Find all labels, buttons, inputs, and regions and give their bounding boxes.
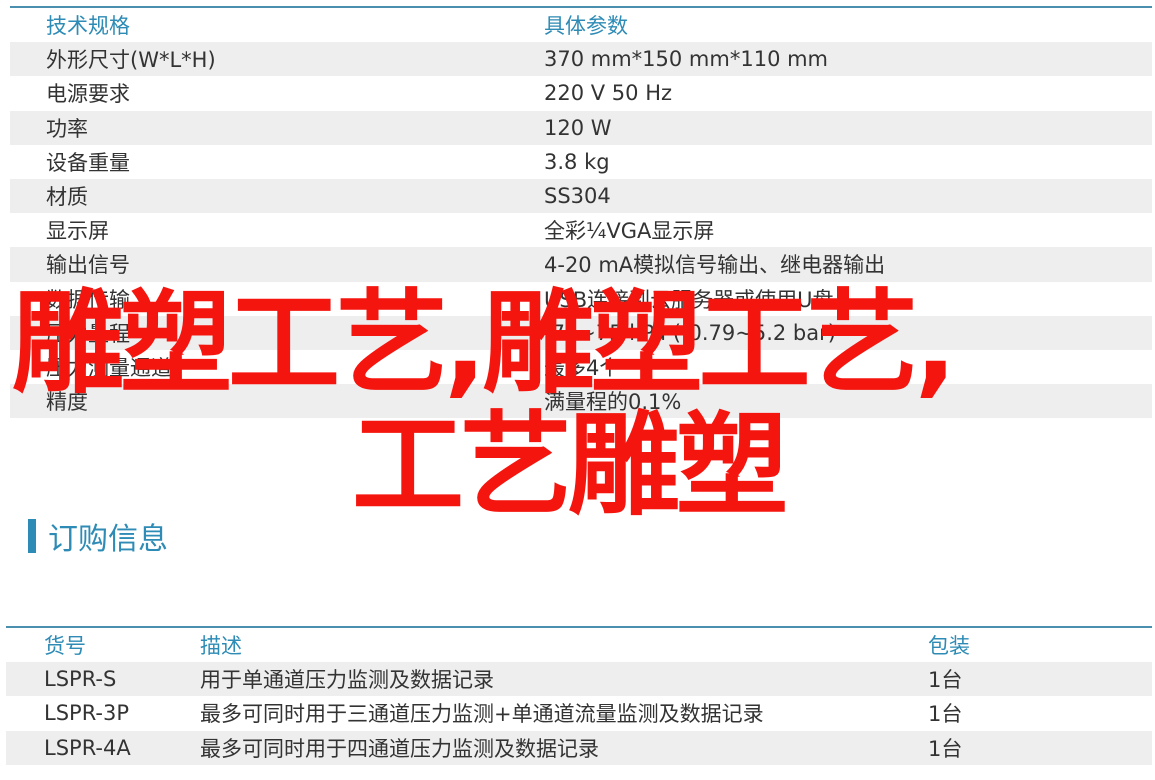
table-row: 压力量程 -75~75 kPa (-0.79~5.2 bar) [10, 315, 1152, 350]
spec-table: 技术规格 具体参数 外形尺寸(W*L*H) 370 mm*150 mm*110 … [10, 6, 1152, 419]
spec-param: 外形尺寸(W*L*H) [46, 48, 216, 73]
spec-value: -75~75 kPa (-0.79~5.2 bar) [544, 320, 836, 345]
table-row: 精度 满量程的0.1% [10, 384, 1152, 419]
spec-value: SS304 [544, 184, 611, 209]
watermark-line-2: 工艺雕塑 [352, 401, 788, 531]
spec-header-value: 具体参数 [544, 14, 628, 39]
order-pack: 1台 [928, 702, 963, 727]
spec-header-row: 技术规格 具体参数 [10, 8, 1152, 42]
order-pack: 1台 [928, 736, 963, 761]
order-sku: LSPR-4A [44, 735, 131, 760]
spec-value: 220 V 50 Hz [544, 81, 673, 106]
table-row: 材质 SS304 [10, 178, 1152, 214]
order-desc: 最多可同时用于四通道压力监测及数据记录 [200, 736, 599, 761]
spec-value: 满量程的0.1% [544, 390, 682, 415]
order-header-desc: 描述 [200, 634, 242, 659]
spec-param: 功率 [46, 116, 88, 141]
section-marker-bar [28, 519, 36, 553]
spec-value: 120 W [544, 115, 612, 140]
table-row: LSPR-4A 最多可同时用于四通道压力监测及数据记录 1台 [6, 730, 1152, 765]
order-header-row: 货号 描述 包装 [6, 628, 1152, 662]
spec-param: 数据传输 [46, 287, 130, 312]
spec-param: 电源要求 [46, 82, 130, 107]
spec-param: 压力量程 [46, 321, 130, 346]
spec-header-param: 技术规格 [46, 14, 130, 39]
spec-param: 压力测量通道 [46, 355, 172, 380]
order-sku: LSPR-S [44, 667, 117, 692]
table-row: 设备重量 3.8 kg [10, 145, 1152, 179]
spec-param: 设备重量 [46, 150, 130, 175]
spec-value: USB连接到云服务器或使用U盘 [544, 287, 834, 312]
order-pack: 1台 [928, 668, 963, 693]
table-row: 外形尺寸(W*L*H) 370 mm*150 mm*110 mm [10, 42, 1152, 77]
table-row: 压力测量通道 最多4个 [10, 350, 1152, 384]
spec-param: 精度 [46, 390, 88, 415]
order-sku: LSPR-3P [44, 701, 130, 726]
spec-value: 3.8 kg [544, 149, 610, 174]
table-row: 电源要求 220 V 50 Hz [10, 76, 1152, 110]
order-desc: 用于单通道压力监测及数据记录 [200, 668, 494, 693]
table-row: LSPR-3P 最多可同时用于三通道压力监测+单通道流量监测及数据记录 1台 [6, 696, 1152, 730]
spec-value: 4-20 mA模拟信号输出、继电器输出 [544, 253, 886, 278]
spec-value: 全彩¼VGA显示屏 [544, 219, 715, 244]
section-title-text: 订购信息 [48, 522, 168, 557]
section-title: 订购信息 [28, 518, 168, 557]
table-row: 显示屏 全彩¼VGA显示屏 [10, 213, 1152, 247]
spec-value: 370 mm*150 mm*110 mm [544, 47, 829, 72]
spec-param: 输出信号 [46, 253, 130, 278]
order-header-sku: 货号 [44, 634, 86, 659]
table-row: 数据传输 USB连接到云服务器或使用U盘 [10, 282, 1152, 316]
spec-param: 材质 [46, 185, 88, 210]
table-row: 输出信号 4-20 mA模拟信号输出、继电器输出 [10, 247, 1152, 282]
table-row: LSPR-S 用于单通道压力监测及数据记录 1台 [6, 662, 1152, 697]
spec-param: 显示屏 [46, 219, 109, 244]
spec-value: 最多4个 [544, 355, 621, 380]
table-row: 功率 120 W [10, 110, 1152, 145]
order-header-pack: 包装 [928, 634, 970, 659]
order-table: 货号 描述 包装 LSPR-S 用于单通道压力监测及数据记录 1台 LSPR-3… [6, 626, 1152, 765]
order-desc: 最多可同时用于三通道压力监测+单通道流量监测及数据记录 [200, 702, 764, 727]
